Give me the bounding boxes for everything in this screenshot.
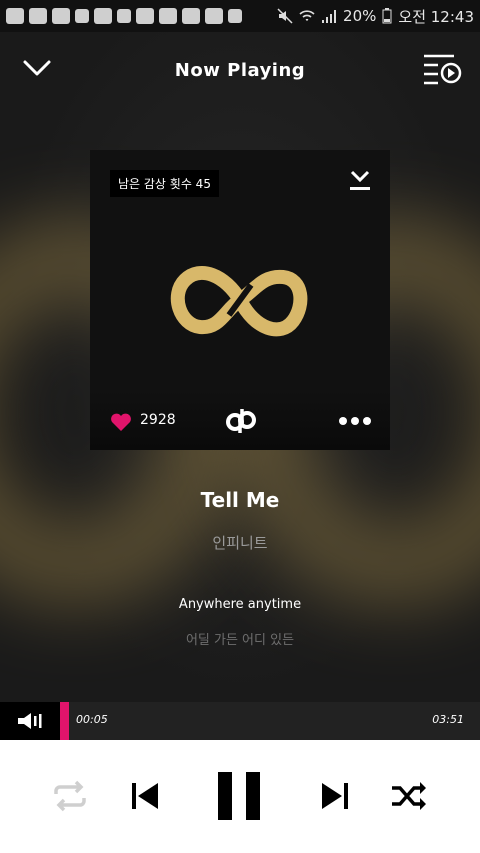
playlist-icon[interactable] — [422, 52, 462, 86]
album-card[interactable]: 남은 감상 횟수 45 2928 — [90, 150, 390, 450]
status-right: 20% 오전 12:43 — [277, 6, 474, 27]
more-options-icon[interactable] — [338, 416, 372, 426]
progress-bar[interactable]: 00:05 03:51 — [0, 702, 480, 740]
youtube-icon — [136, 8, 154, 24]
volume-button[interactable] — [0, 702, 60, 740]
lyric-next-line[interactable]: 어딜 가든 어디 있든 — [0, 629, 480, 648]
mute-icon — [277, 8, 293, 24]
next-track-icon[interactable] — [320, 780, 350, 812]
clock: 오전 12:43 — [398, 7, 474, 26]
player-header: Now Playing — [0, 32, 480, 108]
notification-icons — [6, 8, 242, 24]
artist-name[interactable]: 인피니트 — [0, 532, 480, 553]
image-icon — [117, 9, 131, 23]
elapsed-time: 00:05 — [76, 713, 108, 726]
youtube-icon — [159, 8, 177, 24]
talk-icon — [94, 8, 112, 24]
brand-logo-icon — [226, 409, 256, 433]
song-title: Tell Me — [200, 488, 280, 512]
battery-percent: 20% — [343, 7, 377, 25]
playback-controls — [0, 740, 480, 853]
m-app-icon — [29, 8, 47, 24]
download-done-icon — [228, 9, 242, 23]
download-icon[interactable] — [348, 168, 372, 192]
remaining-plays-badge: 남은 감상 횟수 45 — [110, 170, 219, 197]
repeat-icon[interactable] — [50, 780, 90, 812]
pause-icon[interactable] — [216, 770, 262, 822]
wifi-icon — [299, 10, 315, 21]
shuffle-icon[interactable] — [390, 780, 428, 812]
mail-icon — [52, 8, 70, 24]
chat-icon — [6, 8, 24, 24]
youtube-icon — [182, 8, 200, 24]
heart-icon[interactable] — [110, 412, 132, 432]
progress-fill[interactable] — [60, 702, 69, 740]
previous-track-icon[interactable] — [130, 780, 160, 812]
infinity-logo — [170, 265, 308, 337]
youtube-icon — [205, 8, 223, 24]
chevron-down-icon[interactable] — [22, 56, 52, 80]
volume-icon — [18, 713, 42, 729]
battery-icon — [382, 8, 392, 24]
like-count: 2928 — [140, 412, 176, 428]
lyric-current-line[interactable]: Anywhere anytime — [0, 597, 480, 612]
status-bar: 20% 오전 12:43 — [0, 0, 480, 32]
phone-icon — [75, 9, 89, 23]
total-time: 03:51 — [432, 713, 464, 726]
page-title: Now Playing — [174, 59, 306, 81]
signal-icon — [322, 10, 337, 23]
